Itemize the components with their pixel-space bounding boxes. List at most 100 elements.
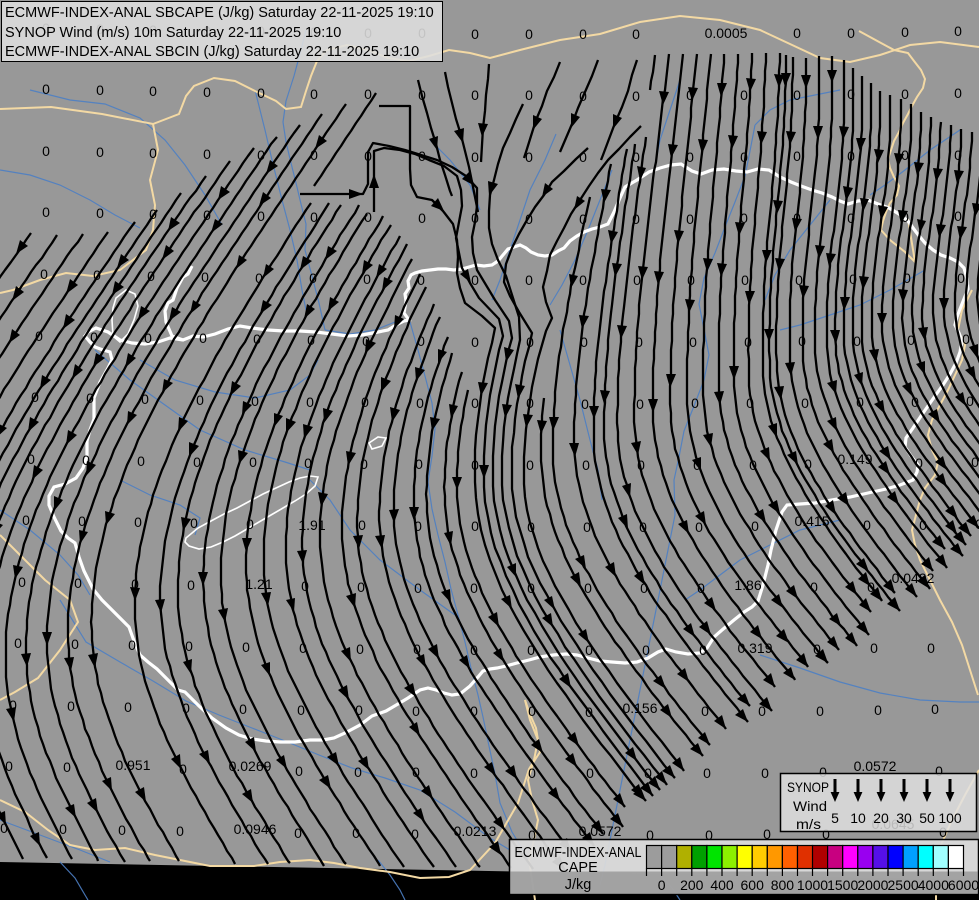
svg-text:0: 0 xyxy=(470,765,478,781)
svg-text:0: 0 xyxy=(658,877,666,893)
svg-text:0: 0 xyxy=(93,267,101,283)
svg-text:0: 0 xyxy=(14,635,22,651)
svg-text:0: 0 xyxy=(96,205,104,221)
svg-text:0: 0 xyxy=(96,82,104,98)
svg-text:0: 0 xyxy=(294,825,302,841)
svg-text:0: 0 xyxy=(358,517,366,533)
svg-text:0: 0 xyxy=(471,395,479,411)
svg-text:ECMWF-INDEX-ANAL: ECMWF-INDEX-ANAL xyxy=(515,845,642,861)
svg-text:0: 0 xyxy=(695,519,703,535)
svg-text:0: 0 xyxy=(471,518,479,534)
svg-text:0: 0 xyxy=(42,204,50,220)
svg-text:0: 0 xyxy=(867,579,875,595)
svg-text:1.91: 1.91 xyxy=(298,517,325,533)
svg-text:0: 0 xyxy=(415,456,423,472)
svg-text:0: 0 xyxy=(810,579,818,595)
svg-text:0: 0 xyxy=(413,641,421,657)
svg-text:0: 0 xyxy=(919,517,927,533)
svg-text:0: 0 xyxy=(691,395,699,411)
svg-text:0: 0 xyxy=(687,272,695,288)
svg-text:0: 0 xyxy=(355,702,363,718)
svg-text:0: 0 xyxy=(134,514,142,530)
svg-text:0: 0 xyxy=(246,516,254,532)
svg-text:0: 0 xyxy=(9,697,17,713)
svg-text:5: 5 xyxy=(831,810,839,826)
svg-text:0: 0 xyxy=(176,823,184,839)
svg-text:0: 0 xyxy=(798,333,806,349)
svg-text:0: 0 xyxy=(306,394,314,410)
svg-text:0: 0 xyxy=(356,641,364,657)
svg-text:0: 0 xyxy=(931,701,939,717)
svg-text:0: 0 xyxy=(701,703,709,719)
svg-text:2500: 2500 xyxy=(888,877,919,893)
svg-text:0: 0 xyxy=(863,517,871,533)
svg-text:0: 0 xyxy=(847,210,855,226)
svg-text:0: 0 xyxy=(249,454,257,470)
svg-text:0: 0 xyxy=(966,393,974,409)
svg-text:0: 0 xyxy=(849,271,857,287)
svg-text:0: 0 xyxy=(118,822,126,838)
svg-text:0: 0 xyxy=(86,390,94,406)
svg-text:SYNOP: SYNOP xyxy=(787,779,829,795)
svg-text:20: 20 xyxy=(873,810,889,826)
svg-text:0.149: 0.149 xyxy=(837,451,872,467)
svg-text:0: 0 xyxy=(131,576,139,592)
svg-text:0: 0 xyxy=(149,83,157,99)
svg-text:0: 0 xyxy=(954,85,962,101)
svg-text:0: 0 xyxy=(527,519,535,535)
svg-text:0: 0 xyxy=(847,148,855,164)
svg-text:0: 0 xyxy=(795,272,803,288)
svg-text:0: 0 xyxy=(632,149,640,165)
svg-text:0: 0 xyxy=(793,87,801,103)
svg-text:0: 0 xyxy=(740,210,748,226)
svg-text:0: 0 xyxy=(525,272,533,288)
svg-text:4000: 4000 xyxy=(918,877,949,893)
svg-text:0: 0 xyxy=(954,147,962,163)
svg-text:0: 0 xyxy=(203,84,211,100)
svg-text:0: 0 xyxy=(847,25,855,41)
svg-text:0.319: 0.319 xyxy=(737,640,772,656)
svg-text:0.0213: 0.0213 xyxy=(454,823,497,839)
svg-text:0: 0 xyxy=(42,143,50,159)
svg-text:0: 0 xyxy=(740,87,748,103)
svg-text:0: 0 xyxy=(362,333,370,349)
svg-text:0: 0 xyxy=(804,456,812,472)
svg-text:0: 0 xyxy=(255,270,263,286)
svg-text:0: 0 xyxy=(364,148,372,164)
svg-text:0: 0 xyxy=(470,642,478,658)
svg-text:0: 0 xyxy=(579,272,587,288)
svg-text:0: 0 xyxy=(749,457,757,473)
svg-text:0: 0 xyxy=(907,332,915,348)
svg-text:0: 0 xyxy=(758,703,766,719)
svg-text:0: 0 xyxy=(185,638,193,654)
svg-text:0: 0 xyxy=(741,272,749,288)
svg-text:0: 0 xyxy=(182,700,190,716)
svg-text:0: 0 xyxy=(63,759,71,775)
svg-text:0: 0 xyxy=(644,765,652,781)
svg-text:0: 0 xyxy=(78,513,86,529)
svg-text:0: 0 xyxy=(526,457,534,473)
svg-text:0: 0 xyxy=(580,334,588,350)
svg-text:0.951: 0.951 xyxy=(115,757,150,773)
svg-text:ECMWF-INDEX-ANAL SBCIN (J/kg): ECMWF-INDEX-ANAL SBCIN (J/kg) Saturday 2… xyxy=(5,44,419,60)
svg-text:0: 0 xyxy=(90,329,98,345)
svg-text:0: 0 xyxy=(257,85,265,101)
svg-text:0: 0 xyxy=(364,86,372,102)
svg-text:0: 0 xyxy=(310,209,318,225)
svg-text:0: 0 xyxy=(954,23,962,39)
svg-text:0: 0 xyxy=(639,519,647,535)
svg-text:0.415: 0.415 xyxy=(794,513,829,529)
svg-text:0: 0 xyxy=(642,642,650,658)
svg-text:0.0005: 0.0005 xyxy=(705,25,748,41)
svg-text:0: 0 xyxy=(40,266,48,282)
svg-text:0: 0 xyxy=(703,765,711,781)
svg-text:0: 0 xyxy=(744,334,752,350)
svg-text:0: 0 xyxy=(357,579,365,595)
svg-text:0: 0 xyxy=(957,270,965,286)
svg-text:0: 0 xyxy=(22,512,30,528)
svg-text:0: 0 xyxy=(697,580,705,596)
svg-text:0: 0 xyxy=(927,640,935,656)
svg-text:0: 0 xyxy=(585,642,593,658)
svg-text:1.21: 1.21 xyxy=(245,576,272,592)
svg-text:0: 0 xyxy=(203,207,211,223)
